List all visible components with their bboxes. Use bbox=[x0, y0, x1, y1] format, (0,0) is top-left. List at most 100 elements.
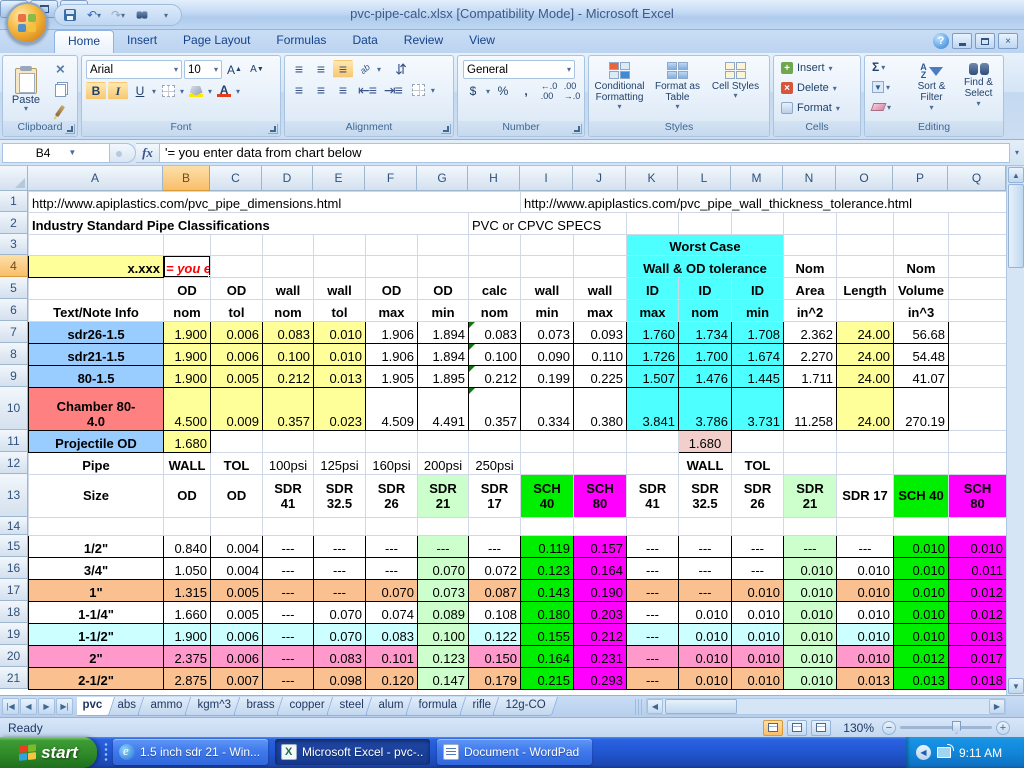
cell-P21[interactable]: 0.013 bbox=[894, 668, 949, 690]
cell-J20[interactable]: 0.231 bbox=[574, 646, 627, 668]
cell-K20[interactable]: --- bbox=[627, 646, 679, 668]
row-header-17[interactable]: 17 bbox=[0, 579, 28, 601]
cell-L11[interactable]: 1.680 bbox=[679, 431, 732, 453]
cell-H4[interactable] bbox=[469, 256, 521, 278]
column-header-H[interactable]: H bbox=[468, 166, 520, 191]
zoom-out-button[interactable]: − bbox=[882, 721, 896, 735]
cell-F16[interactable]: --- bbox=[366, 558, 418, 580]
cell-J8[interactable]: 0.110 bbox=[574, 344, 627, 366]
cell-A7[interactable]: sdr26-1.5 bbox=[29, 322, 164, 344]
cell-F14[interactable] bbox=[366, 518, 418, 536]
cell-O15[interactable]: --- bbox=[837, 536, 894, 558]
cell-J13[interactable]: SCH 80 bbox=[574, 475, 627, 518]
cell-O21[interactable]: 0.013 bbox=[837, 668, 894, 690]
autosum-button[interactable]: Σ▾ bbox=[868, 58, 895, 76]
cell-J21[interactable]: 0.293 bbox=[574, 668, 627, 690]
row-header-20[interactable]: 20 bbox=[0, 645, 28, 667]
cell-H14[interactable] bbox=[469, 518, 521, 536]
cell-I3[interactable] bbox=[521, 235, 574, 256]
cell-E5[interactable]: wall bbox=[314, 278, 366, 300]
cell-C18[interactable]: 0.005 bbox=[211, 602, 263, 624]
cell-B18[interactable]: 1.660 bbox=[164, 602, 211, 624]
cell-N17[interactable]: 0.010 bbox=[784, 580, 837, 602]
cell-Q2[interactable] bbox=[949, 213, 1007, 235]
cell-E4[interactable] bbox=[314, 256, 366, 278]
cell-L7[interactable]: 1.734 bbox=[679, 322, 732, 344]
page-break-view-button[interactable] bbox=[811, 720, 831, 736]
cell-N21[interactable]: 0.010 bbox=[784, 668, 837, 690]
bold-button[interactable]: B bbox=[86, 82, 106, 100]
cell-F15[interactable]: --- bbox=[366, 536, 418, 558]
cell-F18[interactable]: 0.074 bbox=[366, 602, 418, 624]
dialog-launcher-icon[interactable] bbox=[572, 124, 582, 134]
cell-I18[interactable]: 0.180 bbox=[521, 602, 574, 624]
cell-G15[interactable]: --- bbox=[418, 536, 469, 558]
cell-F6[interactable]: max bbox=[366, 300, 418, 322]
cell-I21[interactable]: 0.215 bbox=[521, 668, 574, 690]
row-header-16[interactable]: 16 bbox=[0, 557, 28, 579]
row-header-11[interactable]: 11 bbox=[0, 430, 28, 452]
cell-I7[interactable]: 0.073 bbox=[521, 322, 574, 344]
cell-N12[interactable] bbox=[784, 453, 837, 475]
cell-I14[interactable] bbox=[521, 518, 574, 536]
row-header-10[interactable]: 10 bbox=[0, 387, 28, 430]
cell-K9[interactable]: 1.507 bbox=[627, 366, 679, 388]
column-header-L[interactable]: L bbox=[678, 166, 731, 191]
cell-I8[interactable]: 0.090 bbox=[521, 344, 574, 366]
cell-H10[interactable]: 0.357 bbox=[469, 388, 521, 431]
cell-E8[interactable]: 0.010 bbox=[314, 344, 366, 366]
cell-E15[interactable]: --- bbox=[314, 536, 366, 558]
increase-decimal-button[interactable]: ←.0.00 bbox=[539, 82, 559, 100]
cell-N20[interactable]: 0.010 bbox=[784, 646, 837, 668]
cell-B21[interactable]: 2.875 bbox=[164, 668, 211, 690]
cell-F9[interactable]: 1.905 bbox=[366, 366, 418, 388]
row-header-7[interactable]: 7 bbox=[0, 321, 28, 343]
cell-H8[interactable]: 0.100 bbox=[469, 344, 521, 366]
format-as-table-button[interactable]: Format as Table▾ bbox=[649, 58, 706, 122]
cell-I19[interactable]: 0.155 bbox=[521, 624, 574, 646]
tab-data[interactable]: Data bbox=[339, 30, 390, 53]
formula-input[interactable]: '= you enter data from chart below bbox=[160, 143, 1010, 163]
first-sheet-button[interactable]: |◀ bbox=[2, 698, 19, 715]
cell-D18[interactable]: --- bbox=[263, 602, 314, 624]
format-painter-button[interactable] bbox=[49, 102, 71, 120]
cell-B20[interactable]: 2.375 bbox=[164, 646, 211, 668]
cell-I20[interactable]: 0.164 bbox=[521, 646, 574, 668]
cell-D10[interactable]: 0.357 bbox=[263, 388, 314, 431]
cell-H17[interactable]: 0.087 bbox=[469, 580, 521, 602]
cell-O13[interactable]: SDR 17 bbox=[837, 475, 894, 518]
start-button[interactable]: start bbox=[0, 737, 97, 768]
taskbar-button-excel[interactable]: Microsoft Excel - pvc-... bbox=[275, 739, 430, 765]
sheet-tab-12g-CO[interactable]: 12g-CO bbox=[492, 697, 558, 716]
cell-B19[interactable]: 1.900 bbox=[164, 624, 211, 646]
cell-M9[interactable]: 1.445 bbox=[732, 366, 784, 388]
cell-L2[interactable] bbox=[679, 213, 732, 235]
cell-J15[interactable]: 0.157 bbox=[574, 536, 627, 558]
column-header-M[interactable]: M bbox=[731, 166, 783, 191]
cell-E7[interactable]: 0.010 bbox=[314, 322, 366, 344]
cell-F7[interactable]: 1.906 bbox=[366, 322, 418, 344]
row-header-13[interactable]: 13 bbox=[0, 474, 28, 517]
cell-F10[interactable]: 4.509 bbox=[366, 388, 418, 431]
cell-P4[interactable]: Nom bbox=[894, 256, 949, 278]
decrease-indent-button[interactable]: ⇤≡ bbox=[355, 81, 379, 99]
cell-H11[interactable] bbox=[469, 431, 521, 453]
cell-H2[interactable]: PVC or CPVC SPECS bbox=[469, 213, 627, 235]
cell-K12[interactable] bbox=[627, 453, 679, 475]
cell-C13[interactable]: OD bbox=[211, 475, 263, 518]
network-icon[interactable] bbox=[937, 747, 951, 758]
cell-F21[interactable]: 0.120 bbox=[366, 668, 418, 690]
select-all-button[interactable] bbox=[0, 166, 28, 191]
column-header-K[interactable]: K bbox=[626, 166, 678, 191]
cell-B9[interactable]: 1.900 bbox=[164, 366, 211, 388]
cell-Q13[interactable]: SCH 80 bbox=[949, 475, 1007, 518]
sort-filter-button[interactable]: AZ Sort & Filter▾ bbox=[909, 58, 954, 120]
name-box[interactable]: B4▼ bbox=[2, 143, 110, 163]
row-header-18[interactable]: 18 bbox=[0, 601, 28, 623]
cell-G11[interactable] bbox=[418, 431, 469, 453]
tab-home[interactable]: Home bbox=[54, 30, 114, 53]
cell-A1[interactable]: http://www.apiplastics.com/pvc_pipe_dime… bbox=[29, 192, 521, 213]
italic-button[interactable]: I bbox=[108, 82, 128, 100]
cell-O12[interactable] bbox=[837, 453, 894, 475]
cell-E20[interactable]: 0.083 bbox=[314, 646, 366, 668]
